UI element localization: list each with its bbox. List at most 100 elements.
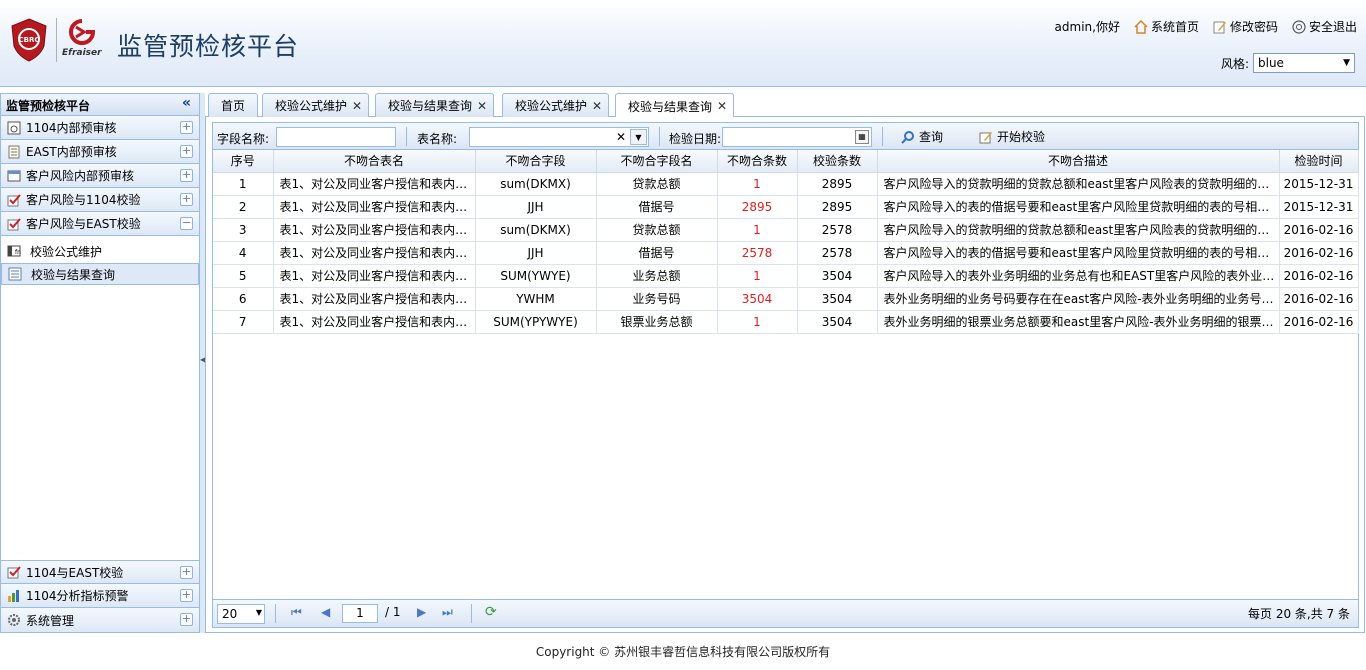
collapse-sidebar-icon[interactable]: « [182,95,191,111]
column-header[interactable]: 序号 [213,150,274,173]
table-row[interactable]: 6 表1、对公及同业客户授信和表内业务 YWHM 业务号码 3504 3504 表外业务明细… [213,287,1359,311]
column-header[interactable]: 不吻合字段名 [596,150,718,173]
page-size-select[interactable]: 20 ▼ [217,604,265,624]
refresh-icon[interactable]: ⟳ [485,604,497,620]
sidebar: 监管预检核平台 « 1104内部预审核 + EAST内部预审核 + 客户风险内部… [0,93,200,633]
home-link[interactable]: 系统首页 [1134,18,1199,35]
column-header[interactable]: 不吻合字段 [475,150,597,173]
table-cell: 表外业务明细的银票业务总额要和east里客户风险-表外业务明细的银票业务总额 [877,310,1280,334]
chevron-down-icon[interactable]: ▼ [630,129,647,145]
table-cell: 客户风险导入的贷款明细的贷款总额和east里客户风险表的贷款明细的总额不符 [877,172,1280,196]
expand-icon[interactable]: + [180,169,193,182]
table-cell: 表1、对公及同业客户授信和表内业务 [273,287,476,311]
table-row[interactable]: 7 表1、对公及同业客户授信和表内业务 SUM(YPYWYE) 银票业务总额 1 3504… [213,310,1359,334]
expand-icon[interactable]: + [180,613,193,626]
sidebar-subitem-formula[interactable]: fn 校验公式维护 [1,240,199,262]
list-icon [8,267,22,281]
table-cell: 业务总额 [596,264,718,288]
cbrc-logo: CBRC [10,18,48,62]
close-icon[interactable]: ✕ [477,99,487,113]
style-select[interactable]: blue ▼ [1253,53,1355,73]
table-cell: 2895 [797,195,878,219]
table-row[interactable]: 4 表1、对公及同业客户授信和表内业务 JJH 借据号 2578 2578 客户风险导入的表… [213,241,1359,265]
query-button[interactable]: 查询 [901,128,943,145]
table-cell: 1 [717,310,798,334]
column-header[interactable]: 检验时间 [1279,150,1359,173]
calendar-icon[interactable]: ▦ [855,130,869,144]
table-cell: 3504 [797,264,878,288]
table-cell: sum(DKMX) [475,172,597,196]
check-edit-icon [7,217,21,230]
sidebar-item-1104-analysis[interactable]: 1104分析指标预警 + [1,584,199,608]
tab-home[interactable]: 首页 [208,93,259,117]
app-title: 监管预检核平台 [117,32,300,61]
table-cell: JJH [475,195,597,219]
change-password-link[interactable]: 修改密码 [1213,18,1278,35]
home-icon [1134,19,1148,34]
sidebar-item-label: 1104与EAST校验 [26,565,124,580]
sidebar-item-customer-risk-precheck[interactable]: 客户风险内部预审核 + [1,164,199,188]
next-page-icon[interactable]: ▶ [417,605,426,619]
table-row[interactable]: 1 表1、对公及同业客户授信和表内业务 sum(DKMX) 贷款总额 1 2895 客户风险… [213,172,1359,196]
last-page-icon[interactable]: ⏭ [442,605,453,620]
table-cell: 业务号码 [596,287,718,311]
logo-divider [56,18,57,62]
pager-divider [471,604,472,623]
expand-icon[interactable]: + [180,145,193,158]
clear-icon[interactable]: ✕ [616,130,626,144]
table-cell: 2016-02-16 [1279,241,1359,265]
tab-result-query-1[interactable]: 校验与结果查询 ✕ [375,93,495,117]
tab-formula-1[interactable]: 校验公式维护 ✕ [262,93,370,117]
edit-icon [1213,21,1226,33]
table-row[interactable]: 2 表1、对公及同业客户授信和表内业务 JJH 借据号 2895 2895 客户风险导入的表… [213,195,1359,219]
table-cell: 借据号 [596,195,718,219]
check-date-label: 检验日期: [669,132,722,146]
field-name-input[interactable] [276,127,396,147]
change-password-label: 修改密码 [1229,20,1278,34]
tab-result-query-2[interactable]: 校验与结果查询 ✕ [615,93,735,118]
column-header[interactable]: 校验条数 [797,150,878,173]
table-name-combo[interactable]: ✕ ▼ [469,127,649,147]
check-date-input[interactable]: ▦ [722,127,872,147]
sidebar-item-label: 1104分析指标预警 [26,589,129,603]
bar-chart-icon [8,589,19,602]
first-page-icon[interactable]: ⏮ [291,605,302,620]
column-header[interactable]: 不吻合条数 [717,150,798,173]
table-row[interactable]: 5 表1、对公及同业客户授信和表内业务 SUM(YWYE) 业务总额 1 3504 客户风险… [213,264,1359,288]
expand-icon[interactable]: + [180,589,193,602]
table-cell: 2016-02-16 [1279,287,1359,311]
table-cell: 2015-12-31 [1279,195,1359,219]
expand-icon[interactable]: + [180,566,193,579]
tab-label: 校验与结果查询 [388,99,473,113]
start-check-button[interactable]: 开始校验 [979,128,1045,145]
close-icon[interactable]: ✕ [592,99,602,113]
page-number-input[interactable]: 1 [342,604,378,623]
expand-icon[interactable]: + [180,193,193,206]
close-icon[interactable]: ✕ [717,99,727,113]
table-cell: 3504 [797,310,878,334]
sidebar-item-system-admin[interactable]: 系统管理 + [1,608,199,632]
gear-icon [8,614,20,626]
sidebar-item-label: 客户风险与EAST校验 [26,217,141,231]
sidebar-item-1104-east[interactable]: 1104与EAST校验 + [1,560,199,584]
prev-page-icon[interactable]: ◀ [321,605,330,619]
sidebar-item-label: 客户风险内部预审核 [26,169,135,183]
expand-icon[interactable]: + [180,121,193,134]
total-pages: / 1 [385,605,401,619]
efraiser-brand: Efraiser [62,48,102,58]
result-table: 序号 不吻合表名 不吻合字段 不吻合字段名 不吻合条数 校验条数 不吻合描述 检… [213,150,1359,334]
sidebar-subitem-result-query[interactable]: 校验与结果查询 [1,263,199,285]
logout-link[interactable]: 安全退出 [1292,18,1357,35]
sidebar-item-east-precheck[interactable]: EAST内部预审核 + [1,140,199,164]
tab-formula-2[interactable]: 校验公式维护 ✕ [502,93,610,117]
page-summary: 每页 20 条,共 7 条 [1248,607,1350,621]
table-row[interactable]: 3 表1、对公及同业客户授信和表内业务 sum(DKMX) 贷款总额 1 2578 客户风险… [213,218,1359,242]
sidebar-item-customer-risk-east[interactable]: 客户风险与EAST校验 − [1,212,199,236]
page-size-value: 20 [222,607,238,621]
sidebar-item-1104-precheck[interactable]: 1104内部预审核 + [1,116,199,140]
column-header[interactable]: 不吻合描述 [877,150,1280,173]
close-icon[interactable]: ✕ [352,99,362,113]
column-header[interactable]: 不吻合表名 [273,150,476,173]
sidebar-item-customer-risk-1104[interactable]: 客户风险与1104校验 + [1,188,199,212]
collapse-icon[interactable]: − [180,217,193,230]
